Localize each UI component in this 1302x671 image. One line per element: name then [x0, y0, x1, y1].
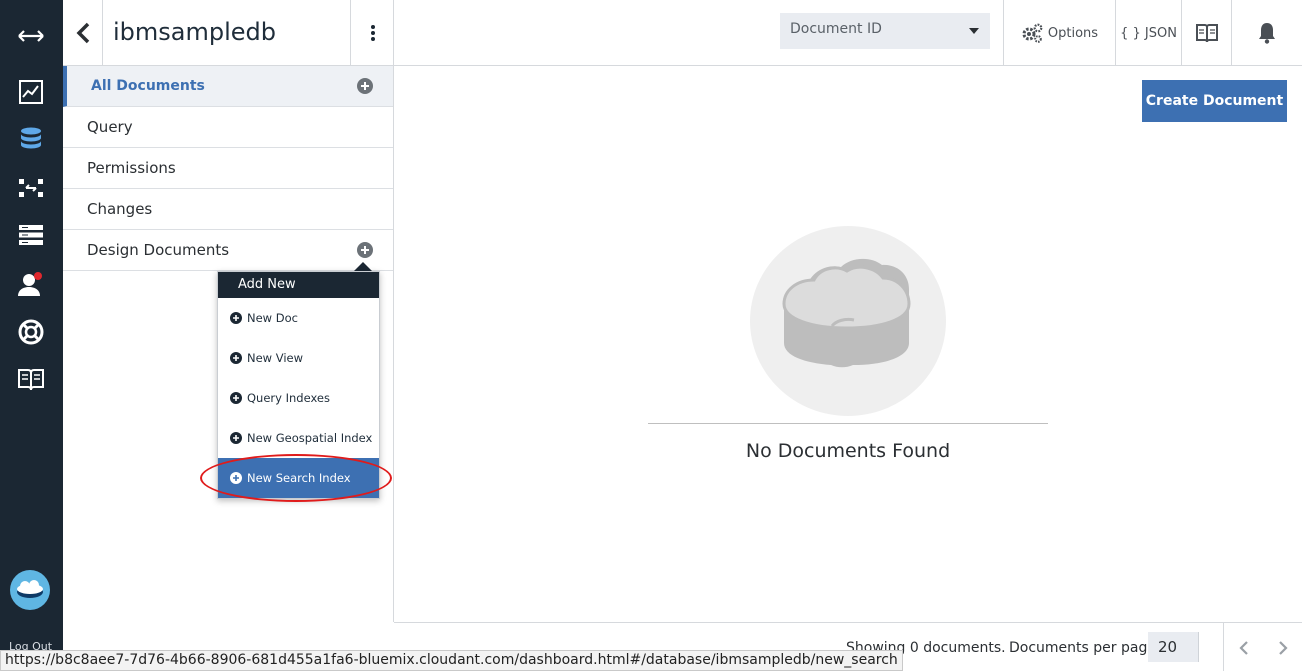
empty-state-illustration — [750, 226, 946, 416]
documentation-button[interactable] — [1181, 0, 1231, 66]
sidebar-item-changes[interactable]: Changes — [63, 189, 393, 230]
previous-page-button[interactable] — [1223, 623, 1263, 671]
cloud-database-icon — [782, 258, 911, 368]
database-title: ibmsampledb — [113, 18, 277, 46]
sidebar-item-permissions[interactable]: Permissions — [63, 148, 393, 189]
plus-icon — [230, 312, 242, 324]
sidebar-item-label: Design Documents — [87, 241, 230, 259]
add-new-menu-title: Add New — [218, 272, 379, 298]
server-icon[interactable] — [14, 218, 48, 252]
database-icon[interactable] — [14, 123, 48, 157]
sidebar-item-label: Changes — [87, 200, 153, 218]
back-button[interactable] — [63, 0, 103, 66]
menu-item-new-doc[interactable]: New Doc — [218, 298, 379, 338]
replication-icon[interactable] — [14, 171, 48, 205]
menu-item-new-search-index[interactable]: New Search Index — [218, 458, 379, 498]
sidebar-item-design-documents[interactable]: Design Documents — [63, 230, 393, 271]
options-button[interactable]: Options — [1003, 0, 1115, 66]
menu-item-label: New Search Index — [247, 471, 351, 485]
left-rail: Log Out — [0, 0, 63, 671]
menu-item-label: Query Indexes — [247, 391, 330, 405]
document-id-placeholder: Document ID — [790, 21, 882, 37]
top-toolbar: Document ID Options { } JSON — [394, 0, 1302, 66]
menu-item-label: New Doc — [247, 311, 298, 325]
select-arrow-icon — [1198, 632, 1206, 662]
per-page-value: 20 — [1158, 638, 1178, 656]
gears-icon — [1022, 23, 1043, 43]
menu-caret — [354, 262, 372, 271]
database-actions-menu[interactable] — [350, 0, 394, 66]
caret-down-icon — [969, 28, 979, 34]
kebab-icon — [370, 25, 375, 41]
plus-icon — [230, 392, 242, 404]
status-bar-url: https://b8c8aee7-7d76-4b66-8906-681d455a… — [0, 650, 903, 671]
database-header: ibmsampledb — [63, 0, 394, 66]
chevron-left-icon — [1238, 640, 1248, 655]
sidebar-item-label: All Documents — [91, 78, 205, 94]
per-page-label: Documents per page: — [1009, 640, 1161, 656]
per-page-select[interactable]: 20 — [1148, 632, 1206, 662]
account-icon[interactable] — [14, 267, 48, 301]
bell-icon — [1259, 23, 1275, 44]
plus-icon — [230, 352, 242, 364]
menu-item-label: New View — [247, 351, 304, 365]
plus-icon — [230, 432, 242, 444]
chevron-right-icon — [1279, 640, 1288, 655]
document-id-select[interactable]: Document ID — [780, 13, 990, 49]
monitoring-chart-icon[interactable] — [14, 75, 48, 109]
create-document-button[interactable]: Create Document — [1142, 80, 1287, 122]
empty-state-divider — [648, 423, 1048, 424]
json-label: { } JSON — [1120, 25, 1177, 41]
json-toggle-button[interactable]: { } JSON — [1115, 0, 1181, 66]
menu-item-new-view[interactable]: New View — [218, 338, 379, 378]
empty-state-message: No Documents Found — [745, 440, 951, 462]
documentation-icon[interactable] — [14, 362, 48, 396]
add-design-doc-icon[interactable] — [357, 242, 373, 258]
support-icon[interactable] — [14, 315, 48, 349]
sidebar-item-label: Query — [87, 118, 133, 136]
menu-item-query-indexes[interactable]: Query Indexes — [218, 378, 379, 418]
book-icon — [1195, 24, 1218, 43]
sidebar-item-all-documents[interactable]: All Documents — [63, 66, 393, 107]
next-page-button[interactable] — [1263, 623, 1302, 671]
menu-item-label: New Geospatial Index — [247, 431, 373, 445]
menu-item-new-geospatial-index[interactable]: New Geospatial Index — [218, 418, 379, 458]
chevron-left-icon — [76, 22, 89, 44]
add-new-menu: Add New New Doc New View Query Indexes N… — [217, 271, 380, 499]
add-document-icon[interactable] — [357, 78, 373, 94]
notifications-button[interactable] — [1231, 0, 1302, 66]
sidebar-item-query[interactable]: Query — [63, 107, 393, 148]
expand-arrows-icon[interactable] — [14, 19, 48, 53]
plus-icon — [230, 472, 242, 484]
cloudant-logo[interactable] — [10, 570, 50, 610]
options-label: Options — [1047, 25, 1099, 41]
sidebar-item-label: Permissions — [87, 159, 176, 177]
